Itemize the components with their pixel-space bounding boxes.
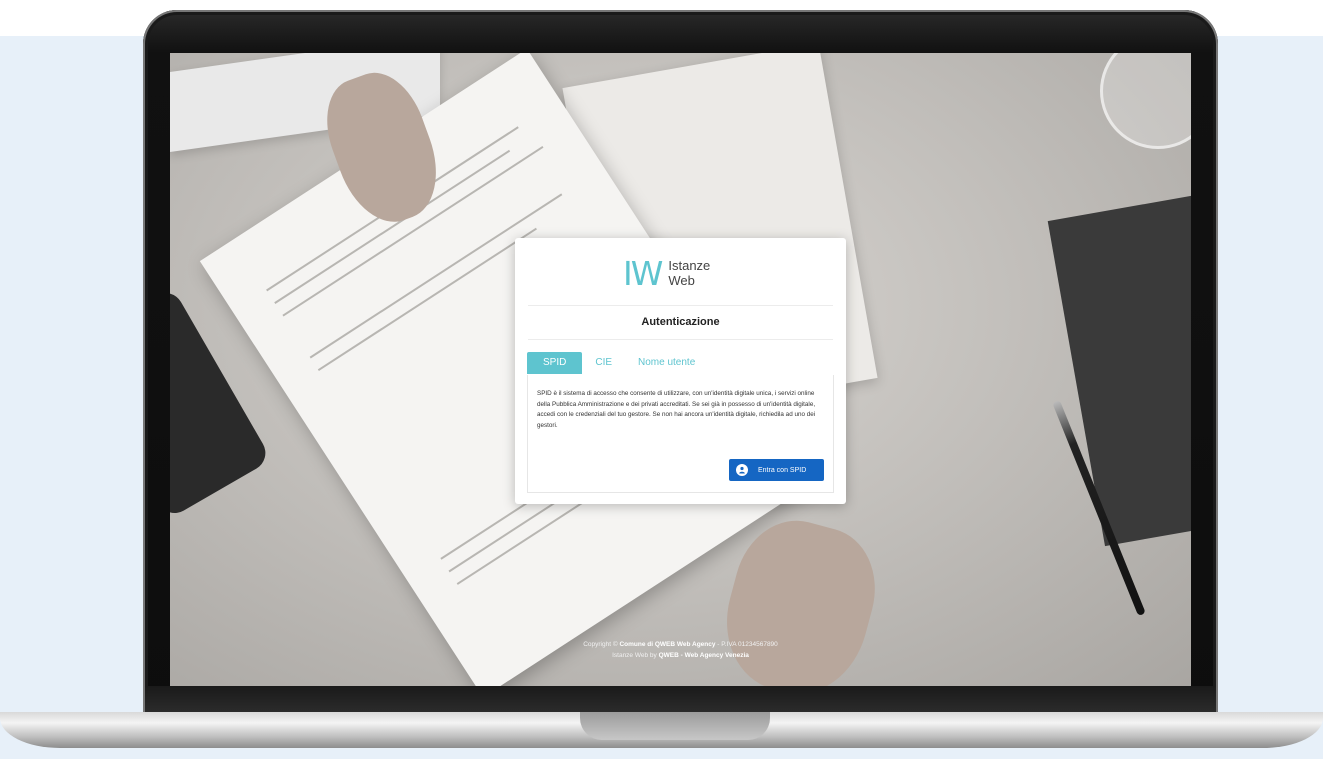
footer-vat: - P.IVA 01234567890 [715, 641, 778, 648]
spid-button-label: Entra con SPID [758, 466, 807, 474]
spid-login-button[interactable]: Entra con SPID [729, 459, 824, 481]
login-card: IW Istanze Web Autenticazione SPID CIE N… [515, 238, 846, 504]
notebook-photo [1047, 189, 1191, 547]
istanze-web-logo: IW Istanze Web [623, 253, 710, 293]
logo-text-line1: Istanze [668, 258, 711, 273]
tab-cie[interactable]: CIE [582, 352, 625, 374]
logo-mark: IW [623, 253, 663, 293]
laptop-bezel [145, 686, 1216, 712]
divider [528, 305, 833, 306]
tab-spid[interactable]: SPID [527, 352, 583, 374]
footer-text: Istanze Web by [612, 652, 659, 659]
tab-nome-utente[interactable]: Nome utente [625, 352, 708, 374]
laptop-notch [580, 712, 770, 740]
divider [528, 339, 833, 340]
footer-text: Copyright © [583, 641, 620, 648]
spid-panel: SPID è il sistema di accesso che consent… [527, 375, 834, 493]
logo-text: Istanze Web [668, 258, 710, 288]
glass-photo [1100, 53, 1191, 149]
laptop-screen: IW Istanze Web Autenticazione SPID CIE N… [170, 53, 1191, 686]
auth-tabs: SPID CIE Nome utente [527, 352, 708, 374]
footer-credits: Istanze Web by QWEB - Web Agency Venezia [170, 651, 1191, 661]
page-title: Autenticazione [641, 316, 720, 328]
user-icon [736, 464, 748, 476]
logo-text-line2: Web [668, 273, 695, 288]
footer-copyright: Copyright © Comune di QWEB Web Agency - … [170, 640, 1191, 650]
footer-org-link[interactable]: Comune di QWEB Web Agency [619, 641, 715, 648]
spid-description: SPID è il sistema di accesso che consent… [537, 390, 816, 429]
footer-agency-link[interactable]: QWEB - Web Agency Venezia [659, 652, 749, 659]
